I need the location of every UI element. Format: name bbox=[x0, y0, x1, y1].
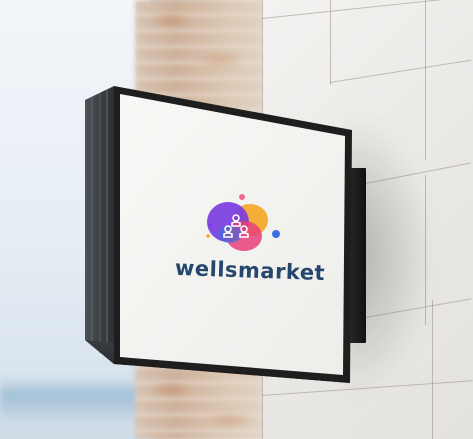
logo-dot bbox=[239, 194, 245, 200]
hanging-sign bbox=[85, 86, 352, 383]
logo-dot bbox=[206, 234, 210, 238]
logo-dot bbox=[208, 223, 212, 227]
logo-dot bbox=[272, 230, 280, 238]
brand-name: wellsmarket bbox=[174, 255, 326, 286]
photo-scene: wellsmarket bbox=[0, 0, 473, 439]
